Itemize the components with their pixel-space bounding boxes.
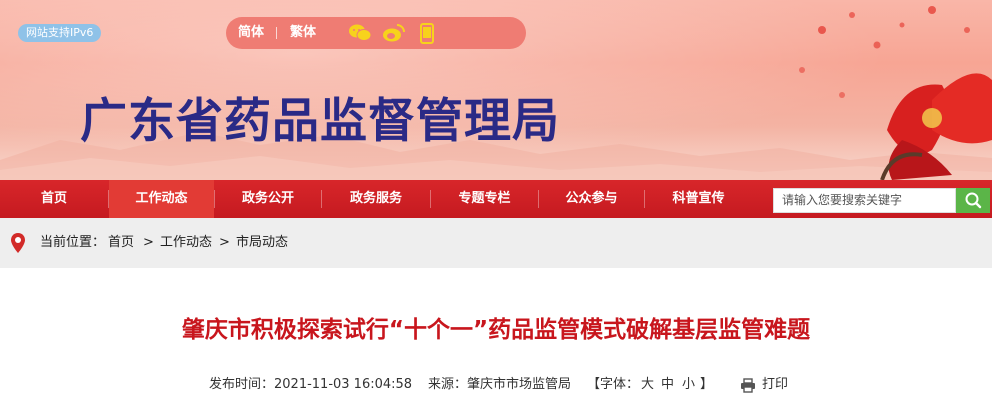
nav-item-gov-service[interactable]: 政务服务 (322, 180, 430, 218)
lang-traditional-link[interactable]: 繁体 (290, 17, 316, 49)
lang-simplified-link[interactable]: 简体 (238, 17, 264, 49)
breadcrumb-separator: > (143, 235, 154, 250)
breadcrumb-item-city-news[interactable]: 市局动态 (236, 218, 288, 268)
nav-item-science[interactable]: 科普宣传 (645, 180, 752, 218)
site-title: 广东省药品监督管理局 (80, 94, 560, 149)
top-toolbar: 简体 繁体 (226, 17, 526, 49)
ipv6-badge: 网站支持IPv6 (18, 24, 102, 42)
nav-item-gov-open[interactable]: 政务公开 (215, 180, 321, 218)
toolbar-divider (276, 27, 277, 39)
weibo-icon[interactable] (382, 23, 406, 43)
breadcrumb-prefix: 当前位置： (40, 235, 106, 250)
site-banner: 网站支持IPv6 简体 繁体 广东省药品监督管理局 (0, 0, 992, 180)
publish-time: 2021-11-03 16:04:58 (274, 377, 413, 392)
nav-item-public[interactable]: 公众参与 (539, 180, 644, 218)
nav-item-home[interactable]: 首页 (0, 180, 108, 218)
source-value: 肇庆市市场监管局 (467, 377, 572, 392)
nav-item-work-news[interactable]: 工作动态 (109, 180, 214, 218)
article-title: 肇庆市积极探索试行“十个一”药品监管模式破解基层监管难题 (181, 317, 811, 343)
font-size-small-link[interactable]: 小 (682, 370, 695, 400)
breadcrumb: 当前位置： 首页 > 工作动态 > 市局动态 (0, 218, 992, 268)
printer-icon[interactable] (740, 378, 756, 393)
source-label: 来源： (428, 377, 468, 392)
search-icon (965, 192, 982, 209)
breadcrumb-item-work-news[interactable]: 工作动态 (160, 218, 212, 268)
location-pin-icon (11, 233, 25, 253)
font-size-label-close: 】 (700, 377, 714, 392)
nav-item-topics[interactable]: 专题专栏 (431, 180, 538, 218)
font-size-medium-link[interactable]: 中 (661, 370, 674, 400)
wechat-icon[interactable] (348, 23, 372, 43)
breadcrumb-item-home[interactable]: 首页 (108, 218, 134, 268)
font-size-large-link[interactable]: 大 (641, 370, 654, 400)
publish-time-label: 发布时间： (209, 377, 275, 392)
print-link[interactable]: 打印 (762, 370, 788, 400)
search-input[interactable]: 请输入您要搜索关键字 (773, 188, 956, 213)
search-button[interactable] (956, 188, 990, 213)
mobile-icon[interactable] (420, 23, 434, 44)
kapok-flower-decoration (799, 6, 992, 180)
font-size-label: 【字体： (587, 377, 640, 392)
breadcrumb-separator: > (219, 235, 230, 250)
